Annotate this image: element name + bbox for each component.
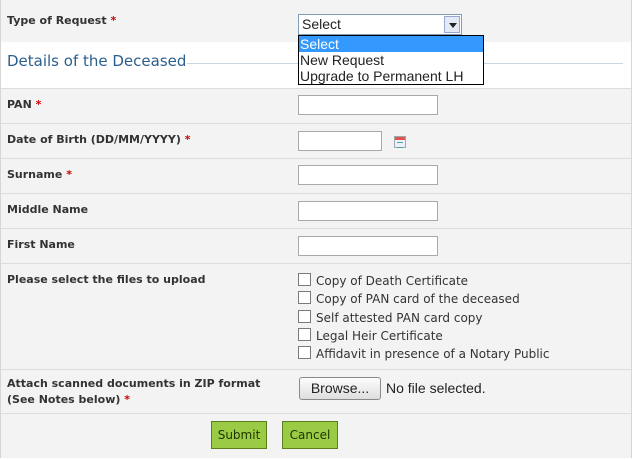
surname-input[interactable] [298, 165, 438, 185]
request-type-dropdown: Select New Request Upgrade to Permanent … [298, 35, 484, 85]
surname-label: Surname * [7, 168, 72, 181]
first-name-label: First Name [7, 238, 75, 251]
type-of-request-label: Type of Request * [7, 14, 117, 27]
first-name-input[interactable] [298, 236, 438, 256]
middle-name-label: Middle Name [7, 203, 89, 216]
files-label: Please select the files to upload [7, 273, 206, 286]
chevron-down-icon[interactable] [444, 16, 460, 33]
checkbox-label: Copy of Death Certificate [316, 274, 469, 288]
middle-name-input[interactable] [298, 201, 438, 221]
checkbox-legal-heir[interactable] [298, 328, 311, 341]
attach-label: Attach scanned documents in ZIP format (S… [7, 377, 261, 406]
submit-button[interactable]: Submit [211, 421, 267, 449]
checkbox-label: Copy of PAN card of the deceased [316, 292, 520, 306]
option-select[interactable]: Select [299, 36, 483, 52]
cancel-button[interactable]: Cancel [282, 421, 338, 449]
calendar-icon[interactable] [394, 136, 406, 148]
option-upgrade-permanent-lh[interactable]: Upgrade to Permanent LH [299, 68, 483, 84]
checkbox-affidavit[interactable] [298, 346, 311, 359]
request-type-select[interactable]: Select [298, 14, 462, 35]
dob-label: Date of Birth (DD/MM/YYYY) * [7, 133, 191, 146]
dob-input[interactable] [298, 131, 382, 151]
checkbox-pan-deceased[interactable] [298, 291, 311, 304]
pan-input[interactable] [298, 95, 438, 115]
checkbox-label: Affidavit in presence of a Notary Public [316, 347, 550, 361]
checkbox-self-attested-pan[interactable] [298, 310, 311, 323]
browse-button[interactable]: Browse... [299, 377, 381, 400]
checkbox-label: Self attested PAN card copy [316, 311, 483, 325]
no-file-text: No file selected. [386, 380, 486, 396]
option-new-request[interactable]: New Request [299, 52, 483, 68]
checkbox-death-certificate[interactable] [298, 273, 311, 286]
request-form: Type of Request * Details of the Decease… [0, 0, 632, 458]
pan-label: PAN * [7, 98, 42, 111]
select-value: Select [302, 16, 341, 32]
checkbox-label: Legal Heir Certificate [316, 329, 443, 343]
section-title: Details of the Deceased [7, 52, 187, 70]
